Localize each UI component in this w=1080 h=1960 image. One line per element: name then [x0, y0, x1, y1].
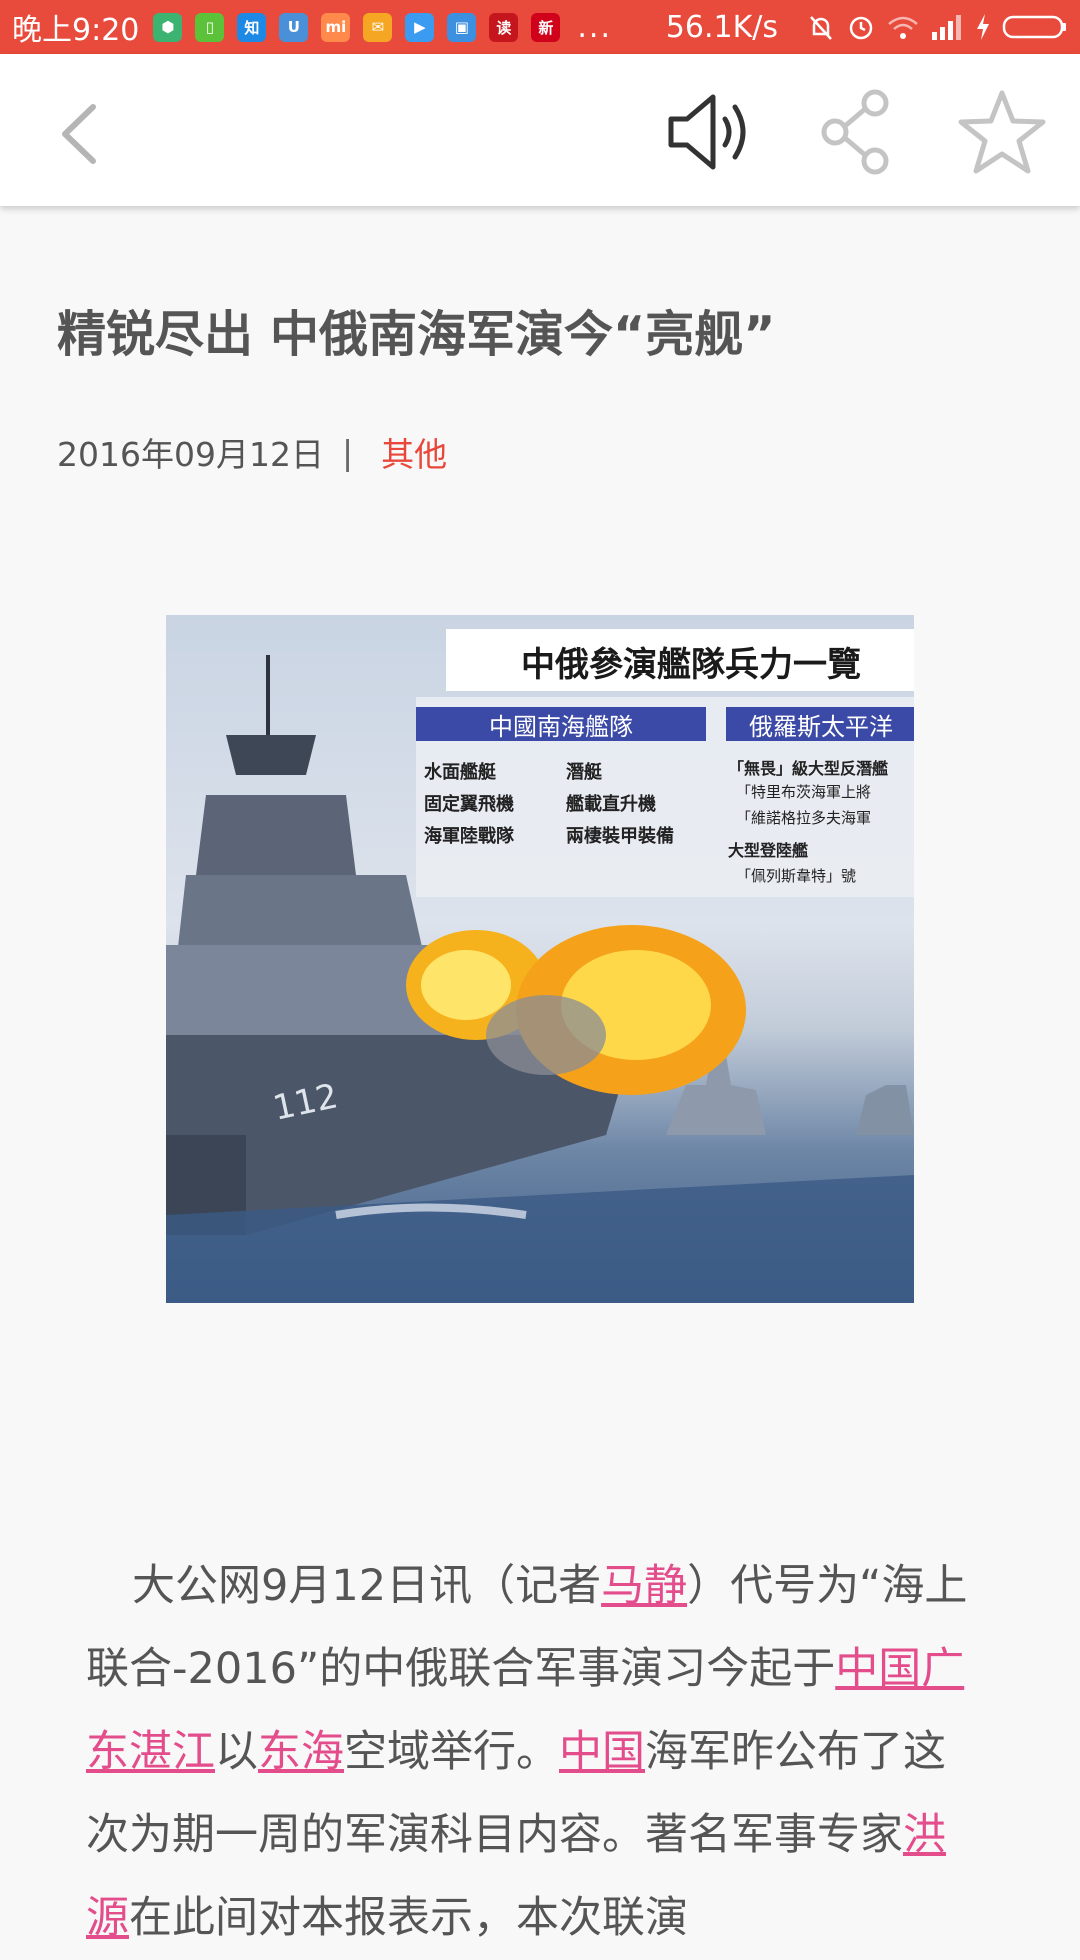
status-time: 晚上9:20 [12, 13, 140, 48]
mi-app-icon: mi [321, 12, 351, 42]
green-app-icon: ▯ [195, 12, 225, 42]
status-right: 56.1K/s [666, 10, 1068, 45]
zhihu-icon: 知 [237, 12, 267, 42]
body-text: 在此间对本报表示，本次联演 [129, 1893, 688, 1943]
link-china[interactable]: 中国 [559, 1727, 645, 1777]
news-app-icon: 新 [531, 12, 561, 42]
mail-icon: ✉ [363, 12, 393, 42]
back-button[interactable] [40, 94, 120, 174]
star-icon [958, 90, 1046, 174]
body-text: 以 [215, 1727, 258, 1777]
package-app-icon: ▣ [447, 12, 477, 42]
article-body: 大公网9月12日讯（记者马静）代号为“海上联合-2016”的中俄联合军事演习今起… [86, 1545, 986, 1960]
back-arrow-icon [62, 104, 96, 164]
body-text: 大公网9月12日讯（记者 [132, 1561, 602, 1611]
speaker-icon [668, 94, 745, 170]
body-text: 空域举行。 [344, 1727, 559, 1777]
share-button[interactable] [812, 82, 902, 182]
battery-icon [1002, 15, 1066, 39]
article-category[interactable]: 其他 [381, 428, 447, 476]
notification-icons: ⬢ ▯ 知 U mi ✉ ▶ ▣ 读 新 ... [153, 10, 612, 45]
article-title: 精锐尽出 中俄南海军演今“亮舰” [57, 306, 776, 363]
warship-illustration: 112 [166, 655, 914, 1303]
meta-separator: | [341, 432, 354, 472]
article-date: 2016年09月12日 [57, 435, 324, 474]
mute-bell-icon [810, 16, 832, 40]
alarm-icon [849, 16, 873, 40]
article-meta: 2016年09月12日 | 其他 [57, 428, 447, 476]
wifi-icon [888, 16, 918, 39]
article-photo[interactable]: 中俄參演艦隊兵力一覽 中國南海艦隊 俄羅斯太平洋 水面艦艇 固定翼飛機 海軍陸戰… [166, 615, 914, 1303]
signal-icon [932, 15, 961, 40]
shield-app-icon: ⬢ [153, 12, 183, 42]
share-icon [821, 89, 889, 175]
link-reporter[interactable]: 马静 [601, 1561, 687, 1611]
article-toolbar [0, 54, 1080, 206]
read-aloud-button[interactable] [655, 82, 765, 182]
more-notifications-icon: ... [577, 9, 612, 45]
u-app-icon: U [279, 12, 309, 42]
video-play-icon: ▶ [405, 12, 435, 42]
charging-icon [977, 14, 989, 40]
status-bar: 晚上9:20 ⬢ ▯ 知 U mi ✉ ▶ ▣ 读 新 ... 56.1K/s [0, 0, 1080, 54]
network-speed: 56.1K/s [665, 9, 778, 45]
link-east-sea[interactable]: 东海 [258, 1727, 344, 1777]
reading-app-icon: 读 [489, 12, 519, 42]
favorite-button[interactable] [952, 82, 1052, 182]
